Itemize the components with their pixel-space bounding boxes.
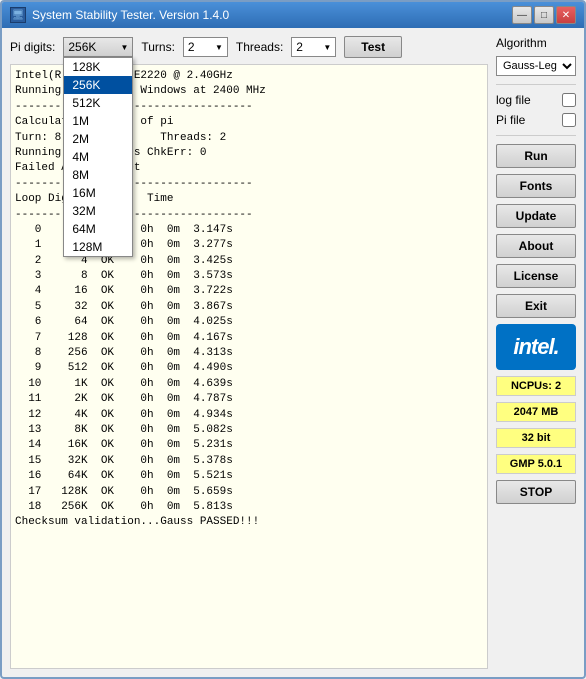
title-bar: 🖥 System Stability Tester. Version 1.4.0… [2,2,584,28]
turns-value: 2 [188,40,195,54]
window-controls: — □ ✕ [512,6,576,24]
pi-option-512k[interactable]: 512K [64,94,132,112]
gmp-badge: GMP 5.0.1 [496,454,576,474]
fonts-button[interactable]: Fonts [496,174,576,198]
threads-arrow-icon: ▼ [323,43,331,52]
pi-digits-menu: 128K 256K 512K 1M 2M 4M 8M 16M 32M 64M 1… [63,57,133,257]
minimize-button[interactable]: — [512,6,532,24]
pi-digits-label: Pi digits: [10,40,55,54]
pi-file-checkbox[interactable] [562,113,576,127]
pi-option-256k[interactable]: 256K [64,76,132,94]
algorithm-select[interactable]: Gauss-Leg. [496,56,576,76]
pi-digits-button[interactable]: 256K ▼ [63,37,133,57]
left-panel: Pi digits: 256K ▼ 128K 256K 512K 1M 2M 4… [10,36,488,669]
threads-label: Threads: [236,40,283,54]
license-button[interactable]: License [496,264,576,288]
exit-button[interactable]: Exit [496,294,576,318]
maximize-button[interactable]: □ [534,6,554,24]
turns-label: Turns: [141,40,175,54]
pi-option-1m[interactable]: 1M [64,112,132,130]
pi-digits-arrow-icon: ▼ [120,43,128,52]
memory-badge: 2047 MB [496,402,576,422]
pi-option-128k[interactable]: 128K [64,58,132,76]
pi-option-16m[interactable]: 16M [64,184,132,202]
threads-button[interactable]: 2 ▼ [291,37,336,57]
pi-file-label: Pi file [496,113,525,127]
run-button[interactable]: Run [496,144,576,168]
main-content: Pi digits: 256K ▼ 128K 256K 512K 1M 2M 4… [2,28,584,677]
window-title: System Stability Tester. Version 1.4.0 [32,8,229,22]
test-button[interactable]: Test [344,36,402,58]
close-button[interactable]: ✕ [556,6,576,24]
update-button[interactable]: Update [496,204,576,228]
pi-option-64m[interactable]: 64M [64,220,132,238]
divider-2 [496,135,576,136]
log-file-checkbox[interactable] [562,93,576,107]
log-file-row: log file [496,93,576,107]
pi-option-8m[interactable]: 8M [64,166,132,184]
threads-value: 2 [296,40,303,54]
divider-1 [496,84,576,85]
turns-button[interactable]: 2 ▼ [183,37,228,57]
log-file-label: log file [496,93,531,107]
pi-option-2m[interactable]: 2M [64,130,132,148]
pi-digits-value: 256K [68,40,96,54]
about-button[interactable]: About [496,234,576,258]
toolbar: Pi digits: 256K ▼ 128K 256K 512K 1M 2M 4… [10,36,488,58]
pi-option-32m[interactable]: 32M [64,202,132,220]
intel-badge: intel. [496,324,576,370]
turns-dropdown[interactable]: 2 ▼ [183,37,228,57]
ncpus-badge: NCPUs: 2 [496,376,576,396]
pi-option-128m[interactable]: 128M [64,238,132,256]
main-window: 🖥 System Stability Tester. Version 1.4.0… [0,0,586,679]
pi-option-4m[interactable]: 4M [64,148,132,166]
title-bar-left: 🖥 System Stability Tester. Version 1.4.0 [10,7,229,23]
stop-button[interactable]: STOP [496,480,576,504]
threads-dropdown[interactable]: 2 ▼ [291,37,336,57]
right-panel: Algorithm Gauss-Leg. log file Pi file Ru… [496,36,576,669]
algorithm-label: Algorithm [496,36,576,50]
app-icon: 🖥 [10,7,26,23]
bits-badge: 32 bit [496,428,576,448]
turns-arrow-icon: ▼ [215,43,223,52]
pi-digits-dropdown[interactable]: 256K ▼ 128K 256K 512K 1M 2M 4M 8M 16M 32… [63,37,133,57]
pi-file-row: Pi file [496,113,576,127]
